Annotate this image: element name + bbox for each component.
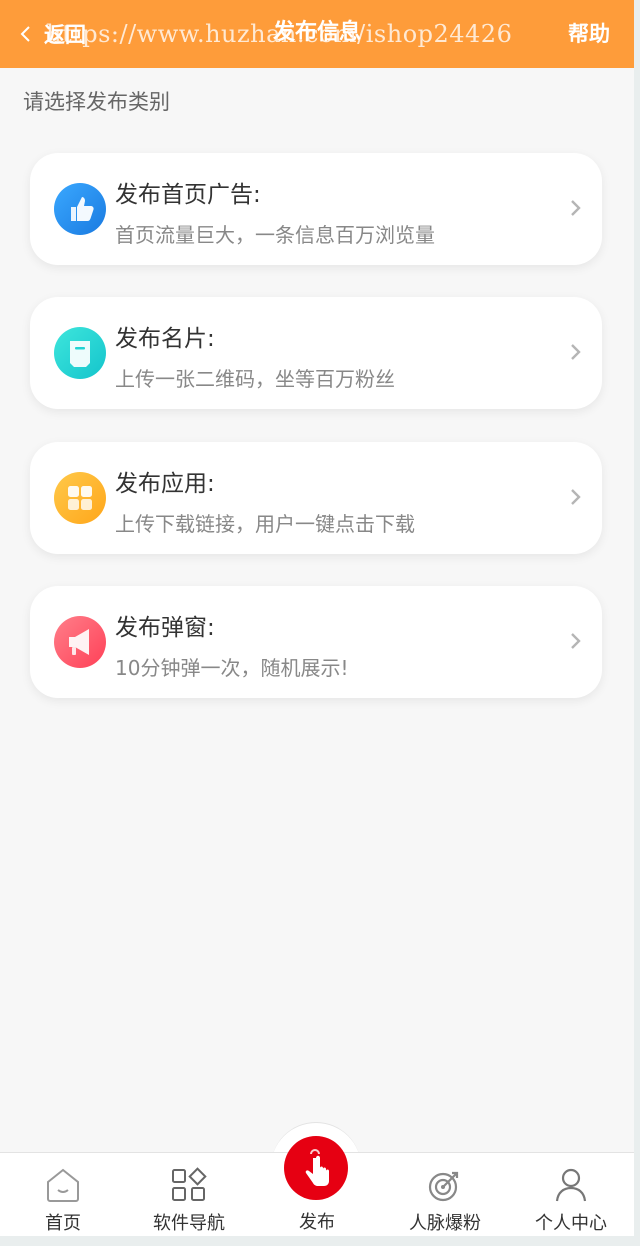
card-title: 发布应用:	[115, 471, 215, 497]
publish-button[interactable]	[284, 1136, 348, 1200]
chevron-right-icon	[571, 489, 581, 505]
help-button[interactable]: 帮助	[568, 16, 610, 52]
card-description: 上传一张二维码，坐等百万粉丝	[115, 367, 395, 391]
apps-grid-icon	[54, 472, 106, 524]
card-title: 发布弹窗:	[115, 615, 215, 641]
publish-app-card[interactable]: 发布应用: 上传下载链接，用户一键点击下载	[30, 442, 602, 554]
tab-profile[interactable]: 个人中心	[508, 1153, 634, 1236]
target-icon	[428, 1171, 459, 1202]
tap-hand-icon	[305, 1149, 329, 1186]
grid-icon	[172, 1167, 207, 1201]
section-label: 请选择发布类别	[23, 90, 170, 114]
publish-business-card-card[interactable]: 发布名片: 上传一张二维码，坐等百万粉丝	[30, 297, 602, 409]
page-title: 发布信息	[272, 20, 361, 45]
tab-label: 软件导航	[153, 1213, 225, 1234]
chevron-right-icon	[571, 344, 581, 360]
card-description: 10分钟弹一次，随机展示!	[115, 656, 349, 680]
thumbs-up-icon	[54, 183, 106, 235]
card-title: 发布首页广告:	[115, 182, 261, 208]
tab-software-nav[interactable]: 软件导航	[126, 1153, 252, 1236]
tab-label: 首页	[45, 1213, 81, 1234]
home-icon	[47, 1168, 79, 1202]
top-header: 返回 发布信息 帮助 https://www.huzhan.com/ishop2…	[0, 0, 634, 68]
tab-label: 人脉爆粉	[409, 1213, 481, 1234]
card-icon	[54, 327, 106, 379]
tab-home[interactable]: 首页	[0, 1153, 126, 1236]
app-screen: 返回 发布信息 帮助 https://www.huzhan.com/ishop2…	[0, 0, 634, 1236]
publish-homepage-ad-card[interactable]: 发布首页广告: 首页流量巨大，一条信息百万浏览量	[30, 153, 602, 265]
card-title: 发布名片:	[115, 326, 215, 352]
publish-tab-label: 发布	[299, 1212, 335, 1233]
card-description: 上传下载链接，用户一键点击下载	[115, 512, 415, 536]
tab-label: 个人中心	[535, 1213, 607, 1234]
card-description: 首页流量巨大，一条信息百万浏览量	[115, 223, 435, 247]
publish-popup-card[interactable]: 发布弹窗: 10分钟弹一次，随机展示!	[30, 586, 602, 698]
megaphone-icon	[54, 616, 106, 668]
chevron-right-icon	[571, 200, 581, 216]
tab-fans[interactable]: 人脉爆粉	[382, 1153, 508, 1236]
user-icon	[555, 1168, 587, 1202]
chevron-right-icon	[571, 633, 581, 649]
